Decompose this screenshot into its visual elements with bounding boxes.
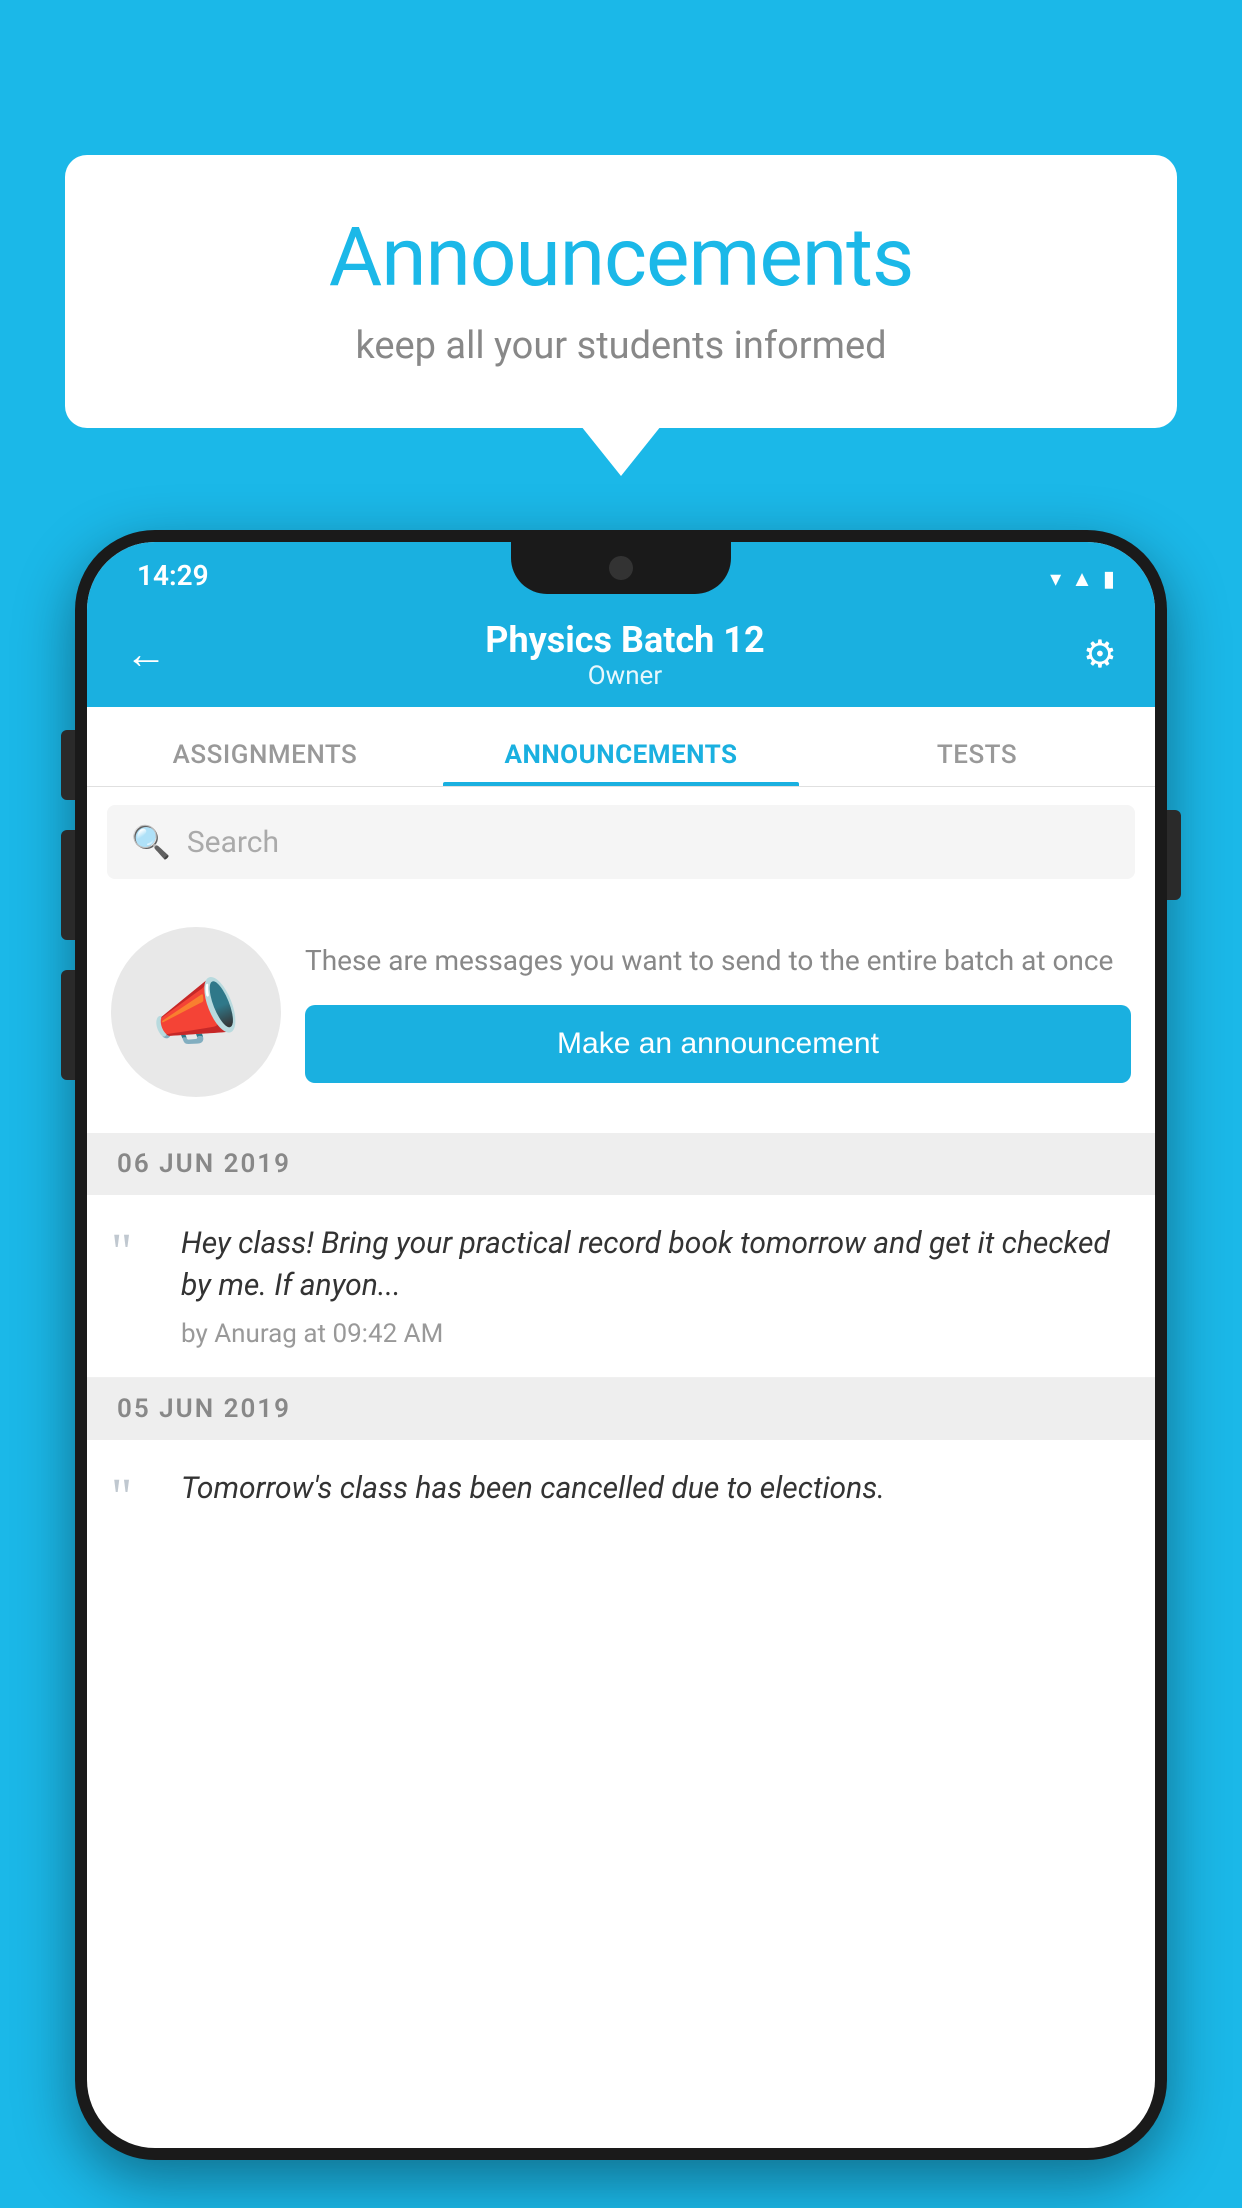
promo-content: These are messages you want to send to t… xyxy=(305,941,1131,1082)
status-icons: ▾ ▲ ▮ xyxy=(1050,566,1115,592)
search-container: 🔍 Search xyxy=(87,787,1155,897)
tab-tests[interactable]: TESTS xyxy=(799,740,1155,786)
quote-icon-1: " xyxy=(111,1227,161,1279)
phone-notch xyxy=(511,542,731,594)
phone-camera xyxy=(609,556,633,580)
signal-icon: ▲ xyxy=(1071,566,1093,592)
phone-side-button-left-3 xyxy=(61,970,75,1080)
phone-side-button-right xyxy=(1167,810,1181,900)
promo-section: 📣 These are messages you want to send to… xyxy=(87,897,1155,1133)
app-bar-title-section: Physics Batch 12 Owner xyxy=(177,619,1073,691)
speech-bubble: Announcements keep all your students inf… xyxy=(65,155,1177,428)
wifi-icon: ▾ xyxy=(1050,567,1061,592)
announcement-text-2: Tomorrow's class has been cancelled due … xyxy=(181,1468,1131,1510)
phone-screen: 14:29 ▾ ▲ ▮ ← Physics Batch 12 Owner ⚙ xyxy=(87,542,1155,2148)
announcement-content-1: Hey class! Bring your practical record b… xyxy=(181,1223,1131,1349)
megaphone-icon: 📣 xyxy=(151,970,241,1055)
settings-button[interactable]: ⚙ xyxy=(1073,622,1127,687)
quote-icon-2: " xyxy=(111,1472,161,1524)
phone-container: 14:29 ▾ ▲ ▮ ← Physics Batch 12 Owner ⚙ xyxy=(75,530,1167,2208)
promo-description: These are messages you want to send to t… xyxy=(305,941,1131,980)
promo-icon-circle: 📣 xyxy=(111,927,281,1097)
speech-bubble-title: Announcements xyxy=(125,210,1117,306)
app-bar-title: Physics Batch 12 xyxy=(177,619,1073,661)
battery-icon: ▮ xyxy=(1103,567,1115,592)
search-icon: 🔍 xyxy=(131,823,171,861)
back-button[interactable]: ← xyxy=(115,620,177,689)
speech-bubble-subtitle: keep all your students informed xyxy=(125,324,1117,368)
announcement-text-1: Hey class! Bring your practical record b… xyxy=(181,1223,1131,1307)
phone-side-button-left-2 xyxy=(61,830,75,940)
announcement-item-1[interactable]: " Hey class! Bring your practical record… xyxy=(87,1195,1155,1378)
announcement-content-2: Tomorrow's class has been cancelled due … xyxy=(181,1468,1131,1522)
phone-side-button-left-1 xyxy=(61,730,75,800)
date-separator-2: 05 JUN 2019 xyxy=(87,1378,1155,1440)
tab-announcements[interactable]: ANNOUNCEMENTS xyxy=(443,740,799,786)
search-bar[interactable]: 🔍 Search xyxy=(107,805,1135,879)
date-separator-1: 06 JUN 2019 xyxy=(87,1133,1155,1195)
app-bar: ← Physics Batch 12 Owner ⚙ xyxy=(87,602,1155,707)
app-bar-subtitle: Owner xyxy=(177,661,1073,691)
announcement-item-2[interactable]: " Tomorrow's class has been cancelled du… xyxy=(87,1440,1155,1552)
make-announcement-button[interactable]: Make an announcement xyxy=(305,1005,1131,1083)
status-time: 14:29 xyxy=(137,559,209,592)
search-placeholder: Search xyxy=(187,825,279,860)
tab-assignments[interactable]: ASSIGNMENTS xyxy=(87,740,443,786)
speech-bubble-container: Announcements keep all your students inf… xyxy=(65,155,1177,428)
announcement-meta-1: by Anurag at 09:42 AM xyxy=(181,1319,1131,1349)
phone-outer: 14:29 ▾ ▲ ▮ ← Physics Batch 12 Owner ⚙ xyxy=(75,530,1167,2160)
tab-bar: ASSIGNMENTS ANNOUNCEMENTS TESTS xyxy=(87,707,1155,787)
